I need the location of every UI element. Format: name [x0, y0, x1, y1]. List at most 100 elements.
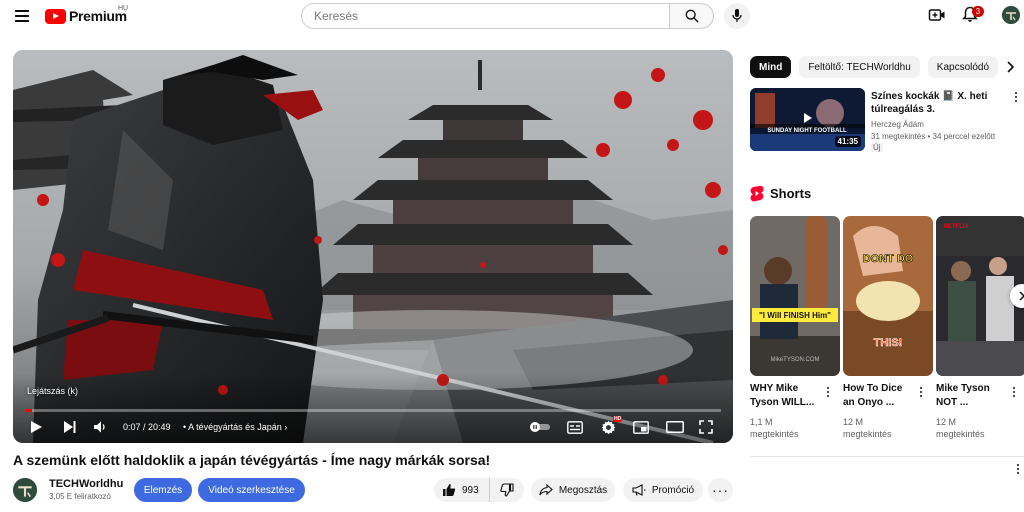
short-thumbnail: DONT DO THIS!	[843, 216, 933, 376]
channel-avatar[interactable]	[13, 478, 37, 502]
time-display: 0:07 / 20:49	[123, 422, 171, 432]
play-tooltip: Lejátszás (k)	[27, 386, 79, 396]
recommended-video[interactable]: SUNDAY NIGHT FOOTBALL 41:35 Színes kocká…	[750, 88, 1020, 154]
short-title: WHY Mike Tyson WILL...	[750, 383, 815, 408]
fullscreen-icon	[699, 420, 713, 434]
short-title: Mike Tyson NOT ...	[936, 383, 990, 408]
more-vertical-icon	[1014, 464, 1022, 474]
channel-name[interactable]: TECHWorldhu	[49, 478, 123, 490]
short-more-button[interactable]	[917, 387, 925, 401]
channel-logo-icon	[13, 478, 37, 502]
chips-next-button[interactable]	[1002, 59, 1018, 75]
microphone-icon	[732, 9, 742, 22]
miniplayer-icon	[633, 420, 649, 434]
thumbs-up-icon	[443, 484, 456, 496]
rec-thumb-text: SUNDAY NIGHT FOOTBALL	[767, 128, 847, 134]
short-overlay-top: DONT DO	[863, 253, 914, 265]
fullscreen-button[interactable]	[699, 418, 713, 436]
shorts-heading: Shorts	[770, 186, 812, 201]
share-label: Megosztás	[558, 484, 608, 496]
chip-all[interactable]: Mind	[750, 56, 792, 78]
youtube-play-logo-icon	[45, 8, 66, 24]
chip-related[interactable]: Kapcsolódó	[927, 56, 999, 78]
promote-button[interactable]: Promóció	[623, 478, 703, 502]
account-avatar[interactable]	[1002, 6, 1020, 24]
short-watermark: MikeTYSON.COM	[770, 357, 819, 363]
search-icon	[685, 9, 699, 23]
short-card[interactable]: "I Will FINISH Him" MikeTYSON.COM	[750, 216, 840, 376]
play-icon	[31, 421, 42, 433]
hd-badge: HD	[613, 416, 623, 422]
autoplay-toggle[interactable]	[529, 418, 551, 436]
skip-next-icon	[64, 421, 76, 433]
rec-more-button[interactable]	[1012, 92, 1020, 106]
notification-count-badge: 3	[972, 6, 984, 17]
short-title: How To Dice an Onyo ...	[843, 383, 903, 408]
rec-thumbnail: SUNDAY NIGHT FOOTBALL 41:35	[750, 88, 865, 151]
shorts-logo-icon	[750, 185, 764, 202]
video-player[interactable]: Lejátszás (k) 0:07 / 20:49 • A tévégyárt…	[13, 50, 733, 443]
thumbs-down-icon	[500, 483, 514, 497]
section-more-button[interactable]	[1014, 464, 1022, 478]
more-horizontal-icon: ···	[712, 482, 729, 498]
subtitles-icon	[567, 420, 583, 434]
more-vertical-icon	[824, 387, 832, 397]
chevron-right-icon	[1007, 61, 1015, 73]
filter-chips: Mind Feltöltő: TECHWorldhu Kapcsolódó	[750, 56, 999, 78]
channel-logo-icon	[1002, 6, 1020, 24]
short-more-button[interactable]	[824, 387, 832, 401]
search-input[interactable]	[301, 3, 670, 29]
like-button[interactable]: 993	[434, 478, 490, 502]
chapter-label: • A tévégyártás és Japán	[183, 422, 282, 432]
more-actions-button[interactable]: ···	[708, 478, 733, 502]
create-video-icon	[928, 9, 945, 21]
hamburger-menu-icon[interactable]	[12, 7, 32, 27]
duration-badge: 41:35	[834, 136, 861, 147]
progress-bar[interactable]	[25, 409, 721, 412]
rec-title: Színes kockák 📓 X. heti túlreagálás 3.	[871, 91, 988, 115]
analytics-button[interactable]: Elemzés	[134, 478, 192, 502]
short-card[interactable]: DONT DO THIS!	[843, 216, 933, 376]
subtitles-button[interactable]	[567, 418, 583, 436]
edit-video-button[interactable]: Videó szerkesztése	[198, 478, 305, 502]
play-button[interactable]	[29, 418, 43, 436]
next-button[interactable]	[63, 418, 77, 436]
theater-mode-icon	[666, 421, 684, 433]
progress-fill	[25, 409, 32, 412]
chevron-right-icon	[1019, 291, 1024, 301]
more-vertical-icon	[1012, 92, 1020, 102]
short-views: 12 M megtekintés	[936, 417, 985, 439]
top-bar: Premium HU 3	[0, 0, 1024, 34]
youtube-premium-logo[interactable]: Premium	[45, 8, 127, 24]
short-thumbnail: "I Will FINISH Him" MikeTYSON.COM	[750, 216, 840, 376]
short-views: 1,1 M megtekintés	[750, 417, 799, 439]
volume-icon	[94, 421, 105, 433]
more-vertical-icon	[917, 387, 925, 397]
volume-button[interactable]	[93, 418, 107, 436]
share-icon	[539, 484, 553, 496]
promote-label: Promóció	[651, 484, 695, 496]
share-button[interactable]: Megosztás	[531, 478, 615, 502]
short-views: 12 M megtekintés	[843, 417, 892, 439]
shorts-header: Shorts	[750, 185, 811, 202]
miniplayer-button[interactable]	[633, 418, 649, 436]
chapter-title[interactable]: • A tévégyártás és Japán ›	[183, 422, 287, 432]
create-video-button[interactable]	[928, 6, 948, 26]
search-bar	[301, 3, 714, 29]
short-more-button[interactable]	[1010, 387, 1018, 401]
theater-mode-button[interactable]	[666, 418, 684, 436]
chip-uploader[interactable]: Feltöltő: TECHWorldhu	[799, 56, 920, 78]
voice-search-button[interactable]	[724, 3, 750, 29]
country-code: HU	[118, 5, 129, 12]
short-overlay-text: NETFLIX	[944, 224, 969, 230]
short-overlay-bottom: THIS!	[874, 337, 903, 349]
more-vertical-icon	[1010, 387, 1018, 397]
megaphone-icon	[632, 484, 646, 496]
rec-stats: 31 megtekintés • 34 perccel ezelőtt	[871, 132, 996, 141]
section-divider	[750, 456, 1024, 457]
search-button[interactable]	[670, 3, 714, 29]
dislike-button[interactable]	[490, 478, 524, 502]
short-overlay-text: "I Will FINISH Him"	[759, 311, 831, 320]
like-dislike-group: 993	[434, 478, 524, 502]
subscriber-count: 3,05 E feliratkozó	[49, 492, 111, 501]
